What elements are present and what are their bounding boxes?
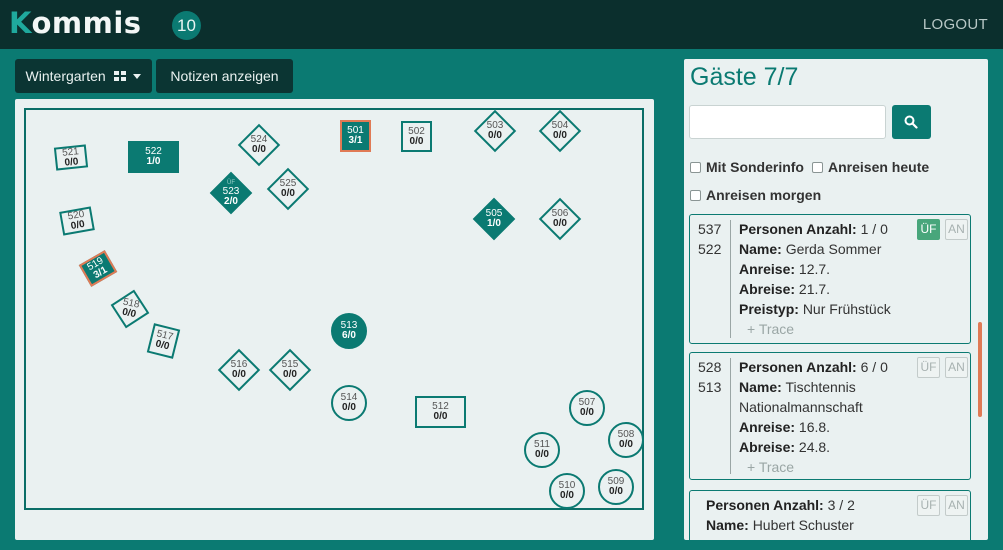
uf-flag-button[interactable]: ÜF <box>917 495 940 516</box>
table-514[interactable]: 514 0/0 <box>331 385 367 421</box>
filter-sonderinfo[interactable]: Mit Sonderinfo <box>690 159 804 175</box>
guest-card[interactable]: 537 522 Personen Anzahl: 1 / 0 Name: Gerd… <box>689 214 971 344</box>
table-512[interactable]: 512 0/0 <box>415 396 466 428</box>
table-521[interactable]: 521 0/0 <box>53 144 89 171</box>
table-511[interactable]: 511 0/0 <box>524 432 560 468</box>
scrollbar-thumb[interactable] <box>978 322 982 417</box>
guest-card[interactable]: 528 513 Personen Anzahl: 6 / 0 Name: Tisc… <box>689 352 971 480</box>
table-506[interactable]: 506 0/0 <box>538 197 582 241</box>
room-select-label: Wintergarten <box>25 68 106 84</box>
checkbox[interactable] <box>690 190 701 201</box>
guest-info: Personen Anzahl: 6 / 0 Name: Tischtennis… <box>739 357 914 477</box>
uf-flag-button[interactable]: ÜF <box>917 357 940 378</box>
guest-search-input[interactable] <box>689 105 886 139</box>
room-select-button[interactable]: Wintergarten <box>15 59 152 93</box>
table-522[interactable]: 522 1/0 <box>128 141 179 173</box>
show-notes-button[interactable]: Notizen anzeigen <box>156 59 293 93</box>
table-524[interactable]: 524 0/0 <box>237 123 281 167</box>
guest-rooms: 537 522 <box>698 221 722 257</box>
grid-icon <box>113 71 127 82</box>
filter-anreisen-heute[interactable]: Anreisen heute <box>812 159 929 175</box>
table-502[interactable]: 502 0/0 <box>401 121 432 152</box>
floor-plan: 521 0/0 522 1/0 524 0/0 501 3/1 502 0/0 503 0/… <box>15 99 654 540</box>
uf-flag-button[interactable]: ÜF <box>917 219 940 240</box>
table-505[interactable]: 505 1/0 <box>472 197 516 241</box>
table-503[interactable]: 503 0/0 <box>473 109 517 153</box>
table-508[interactable]: 508 0/0 <box>608 422 644 458</box>
guest-rooms: 528 513 <box>698 359 722 395</box>
guests-title: Gäste 7/7 <box>690 63 799 91</box>
an-flag-button[interactable]: AN <box>945 357 968 378</box>
table-523[interactable]: ÜF 523 2/0 <box>209 171 253 215</box>
trace-link[interactable]: + Trace <box>739 319 914 339</box>
guest-info: Personen Anzahl: 1 / 0 Name: Gerda Somme… <box>739 219 914 339</box>
table-504[interactable]: 504 0/0 <box>538 109 582 153</box>
table-518[interactable]: 518 0/0 <box>110 289 150 329</box>
table-525[interactable]: 525 0/0 <box>266 167 310 211</box>
table-509[interactable]: 509 0/0 <box>598 469 634 505</box>
count-badge[interactable]: 10 <box>172 11 201 40</box>
search-icon <box>904 115 918 129</box>
guests-panel: Gäste 7/7 Mit Sonderinfo Anreisen heute … <box>684 59 988 540</box>
trace-link[interactable]: + Trace <box>739 457 914 477</box>
table-513[interactable]: 513 6/0 <box>331 313 367 349</box>
table-507[interactable]: 507 0/0 <box>569 390 605 426</box>
table-510[interactable]: 510 0/0 <box>549 473 585 509</box>
table-515[interactable]: 515 0/0 <box>268 348 312 392</box>
search-button[interactable] <box>892 105 931 139</box>
checkbox[interactable] <box>690 162 701 173</box>
table-501[interactable]: 501 3/1 <box>340 120 371 152</box>
guest-card[interactable]: Personen Anzahl: 3 / 2 Name: Hubert Schu… <box>689 490 971 540</box>
logout-link[interactable]: LOGOUT <box>923 16 988 33</box>
table-516[interactable]: 516 0/0 <box>217 348 261 392</box>
an-flag-button[interactable]: AN <box>945 219 968 240</box>
guest-info: Personen Anzahl: 3 / 2 Name: Hubert Schu… <box>706 497 855 533</box>
app-logo[interactable]: Kommis <box>9 6 142 40</box>
checkbox[interactable] <box>812 162 823 173</box>
caret-down-icon <box>133 74 142 79</box>
filter-anreisen-morgen[interactable]: Anreisen morgen <box>690 187 821 203</box>
top-bar: Kommis 10 LOGOUT <box>0 0 1003 49</box>
an-flag-button[interactable]: AN <box>945 495 968 516</box>
